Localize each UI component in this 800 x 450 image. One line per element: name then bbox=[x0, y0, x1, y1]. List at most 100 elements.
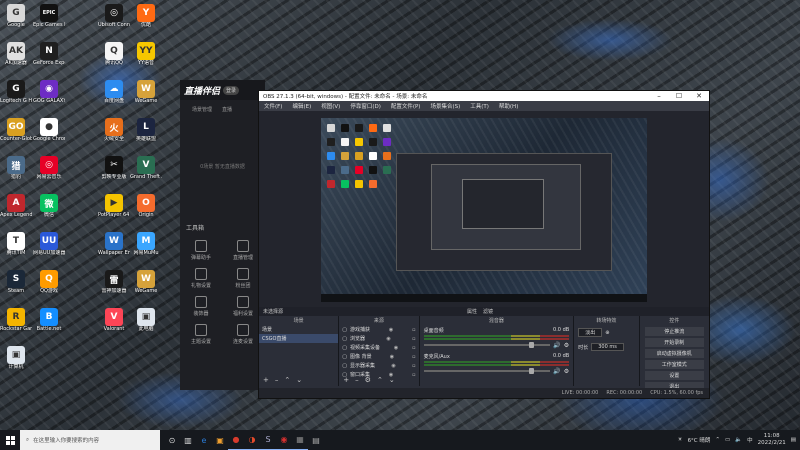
filters-button[interactable]: 滤镜 bbox=[483, 308, 493, 315]
desktop-icon[interactable]: ◉ GOG GALAXY bbox=[33, 80, 65, 110]
start-button[interactable] bbox=[0, 430, 20, 450]
toolbox-item[interactable]: 主题设置 bbox=[180, 322, 222, 350]
desktop-icon[interactable]: ◎ 网易云音乐 bbox=[33, 156, 65, 186]
transition-type-select[interactable]: 淡出 bbox=[578, 328, 603, 337]
desktop-icon[interactable]: ◎Ubisoft Connect bbox=[98, 4, 130, 34]
visibility-icon[interactable]: ◉ bbox=[394, 345, 398, 351]
taskbar-app-icon[interactable]: ▥ bbox=[180, 430, 196, 450]
control-button[interactable]: 启动虚拟摄像机 bbox=[644, 349, 704, 358]
gear-icon[interactable]: ⚙ bbox=[564, 342, 569, 349]
desktop-icon[interactable]: G Google bbox=[0, 4, 32, 34]
desktop-icon[interactable]: GLogitech G HUB bbox=[0, 80, 32, 110]
desktop-icon[interactable]: VGrand Theft Auto V bbox=[130, 156, 162, 186]
desktop-icon[interactable]: W WeGame bbox=[130, 270, 162, 300]
lock-icon[interactable]: ▫ bbox=[412, 336, 415, 342]
desktop-icon[interactable]: L 英雄联盟 bbox=[130, 118, 162, 148]
desktop-icon[interactable]: WWallpaper Engine bbox=[98, 232, 130, 262]
taskbar-app-icon[interactable]: ◉ bbox=[276, 430, 292, 450]
menu-item[interactable]: 编辑(E) bbox=[292, 102, 311, 110]
lock-icon[interactable]: ▫ bbox=[412, 345, 415, 351]
desktop-icon[interactable]: 微微信 bbox=[33, 194, 65, 224]
menu-item[interactable]: 配置文件(P) bbox=[391, 102, 421, 110]
desktop-icon[interactable]: AK AK加速器 bbox=[0, 42, 32, 72]
toolbox-item[interactable]: 弹幕助手 bbox=[180, 238, 222, 266]
menu-item[interactable]: 视图(V) bbox=[321, 102, 340, 110]
notification-icon[interactable]: ▤ bbox=[791, 437, 796, 443]
desktop-icon[interactable]: 火火绒安全 bbox=[98, 118, 130, 148]
add-transition-icon[interactable]: ⊕ bbox=[605, 330, 609, 336]
scene-item[interactable]: CSGO直播 bbox=[259, 334, 339, 343]
down-icon[interactable]: ⌄ bbox=[389, 376, 395, 384]
companion-login-badge[interactable]: 登录 bbox=[223, 85, 240, 95]
desktop-icon[interactable]: A Apex Legends bbox=[0, 194, 32, 224]
duration-input[interactable]: 300 ms bbox=[591, 343, 624, 351]
desktop-icon[interactable]: O Origin bbox=[130, 194, 162, 224]
lock-icon[interactable]: ▫ bbox=[412, 354, 415, 360]
weather-text[interactable]: 6°C 晴朗 bbox=[688, 436, 711, 444]
volume-icon[interactable]: 🔈 bbox=[735, 437, 742, 443]
live-companion-window[interactable]: 直播伴侣 登录 场景管理 直播 0场景 暂无直播数据 工具箱 弹幕助手 直播管理礼… bbox=[180, 80, 265, 390]
add-icon[interactable]: + bbox=[343, 376, 349, 384]
taskbar-search[interactable]: ⌕ 在这里输入你要搜索的内容 bbox=[20, 430, 160, 450]
source-item[interactable]: ▢ 视频采集设备 ◉ ▫ bbox=[339, 343, 418, 352]
desktop-icon[interactable]: NGeForce Experience bbox=[33, 42, 65, 72]
desktop-icon[interactable]: S Steam bbox=[0, 270, 32, 300]
source-item[interactable]: ▢ 显示器采集 ◉ ▫ bbox=[339, 361, 418, 370]
companion-tab-live[interactable]: 直播 bbox=[222, 106, 232, 113]
desktop-icon[interactable]: V Valorant bbox=[98, 308, 130, 338]
source-item[interactable]: ▢ 图像 背景 ◉ ▫ bbox=[339, 352, 418, 361]
taskbar-app-icon[interactable]: S bbox=[260, 430, 276, 450]
menu-item[interactable]: 文件(F) bbox=[264, 102, 282, 110]
menu-item[interactable]: 停靠窗口(D) bbox=[350, 102, 381, 110]
taskbar-app-icon[interactable]: ● bbox=[228, 430, 244, 450]
volume-slider[interactable] bbox=[423, 368, 551, 374]
desktop-icon[interactable]: T 腾讯TIM bbox=[0, 232, 32, 262]
desktop-icon[interactable]: B Battle.net bbox=[33, 308, 65, 338]
speaker-icon[interactable]: 🔊 bbox=[553, 342, 560, 349]
desktop-icon[interactable]: UU 网易UU加速器 bbox=[33, 232, 65, 262]
desktop-icon[interactable]: ▣ 计算机 bbox=[0, 346, 32, 376]
close-icon[interactable]: ✕ bbox=[689, 92, 709, 100]
properties-button[interactable]: 属性 bbox=[467, 308, 477, 315]
taskbar-app-icon[interactable]: ▣ bbox=[212, 430, 228, 450]
visibility-icon[interactable]: ◉ bbox=[389, 327, 393, 333]
menu-item[interactable]: 工具(T) bbox=[470, 102, 489, 110]
lock-icon[interactable]: ▫ bbox=[412, 327, 415, 333]
control-button[interactable]: 停止推流 bbox=[644, 327, 704, 336]
taskbar-app-icon[interactable]: e bbox=[196, 430, 212, 450]
companion-tab-scenes[interactable]: 场景管理 bbox=[192, 106, 212, 113]
visibility-icon[interactable]: ◉ bbox=[391, 363, 395, 369]
gear-icon[interactable]: ⚙ bbox=[365, 376, 371, 384]
taskbar-app-icon[interactable]: ◑ bbox=[244, 430, 260, 450]
remove-icon[interactable]: – bbox=[275, 376, 279, 384]
maximize-icon[interactable]: ☐ bbox=[669, 92, 689, 100]
volume-slider[interactable] bbox=[423, 342, 551, 348]
clock[interactable]: 11:08 2022/2/21 bbox=[758, 433, 786, 447]
desktop-icon[interactable]: RRockstar Games bbox=[0, 308, 32, 338]
lock-icon[interactable]: ▫ bbox=[412, 372, 415, 378]
source-item[interactable]: ▢ 浏览器 ◉ ▫ bbox=[339, 334, 418, 343]
minimize-icon[interactable]: – bbox=[649, 92, 669, 100]
desktop-icon[interactable]: ●Google Chrome bbox=[33, 118, 65, 148]
toolbox-item[interactable]: 礼物设置 bbox=[180, 266, 222, 294]
desktop-icon[interactable]: ☁ 百度网盘 bbox=[98, 80, 130, 110]
taskbar-app-icon[interactable]: ⊙ bbox=[164, 430, 180, 450]
desktop-icon[interactable]: Y 优酷 bbox=[130, 4, 162, 34]
visibility-icon[interactable]: ◉ bbox=[386, 336, 390, 342]
desktop-icon[interactable]: ▶PotPlayer 64 bit bbox=[98, 194, 130, 224]
source-item[interactable]: ▢ 游戏捕获 ◉ ▫ bbox=[339, 325, 418, 334]
speaker-icon[interactable]: 🔊 bbox=[553, 368, 560, 375]
taskbar-app-icon[interactable]: ▤ bbox=[308, 430, 324, 450]
down-icon[interactable]: ⌄ bbox=[296, 376, 302, 384]
desktop-icon[interactable]: YY YY语音 bbox=[130, 42, 162, 72]
desktop-icon[interactable]: 猎猎豹 bbox=[0, 156, 32, 186]
taskbar-app-icon[interactable]: ▦ bbox=[292, 430, 308, 450]
control-button[interactable]: 工作室模式 bbox=[644, 360, 704, 369]
up-icon[interactable]: ⌃ bbox=[284, 376, 290, 384]
menu-item[interactable]: 场景集合(S) bbox=[430, 102, 460, 110]
desktop-icon[interactable]: EPICEpic Games Launcher bbox=[33, 4, 65, 34]
add-icon[interactable]: + bbox=[263, 376, 269, 384]
remove-icon[interactable]: – bbox=[355, 376, 359, 384]
control-button[interactable]: 开始录制 bbox=[644, 338, 704, 347]
visibility-icon[interactable]: ◉ bbox=[390, 354, 394, 360]
